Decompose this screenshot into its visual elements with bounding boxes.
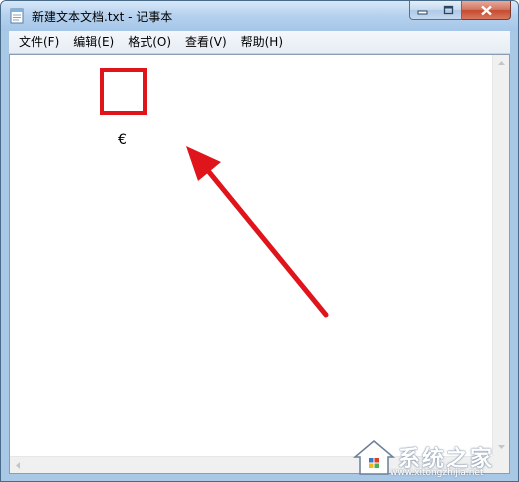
close-button[interactable] bbox=[462, 1, 511, 20]
maximize-icon bbox=[443, 5, 453, 15]
highlight-box bbox=[100, 68, 147, 115]
editor-text[interactable]: € bbox=[118, 132, 127, 148]
window-title: 新建文本文档.txt - 记事本 bbox=[32, 10, 173, 24]
title-bar[interactable]: 新建文本文档.txt - 记事本 bbox=[1, 1, 518, 31]
minimize-button[interactable] bbox=[409, 1, 436, 20]
menu-format[interactable]: 格式(O) bbox=[121, 32, 178, 52]
watermark-logo: 系统之家 www.xitongzhijia.net bbox=[350, 438, 515, 480]
menu-help[interactable]: 帮助(H) bbox=[234, 32, 290, 52]
menu-view[interactable]: 查看(V) bbox=[178, 32, 234, 52]
watermark-url: www.xitongzhijia.net bbox=[390, 468, 484, 478]
close-icon bbox=[480, 5, 492, 15]
vertical-scrollbar[interactable] bbox=[492, 55, 509, 456]
arrow-left-icon bbox=[16, 461, 20, 469]
maximize-button[interactable] bbox=[435, 1, 462, 20]
notepad-window: 新建文本文档.txt - 记事本 文件(F) 编辑(E) 格式(O) 查看(V)… bbox=[0, 0, 519, 482]
arrow-up-icon bbox=[497, 61, 505, 65]
scroll-up-button[interactable] bbox=[493, 55, 509, 72]
menu-bar: 文件(F) 编辑(E) 格式(O) 查看(V) 帮助(H) bbox=[9, 31, 510, 54]
text-editor[interactable]: € bbox=[9, 54, 510, 474]
menu-edit[interactable]: 编辑(E) bbox=[66, 32, 121, 52]
scroll-left-button[interactable] bbox=[10, 457, 27, 473]
menu-file[interactable]: 文件(F) bbox=[12, 32, 66, 52]
minimize-icon bbox=[417, 10, 428, 14]
notepad-icon[interactable] bbox=[10, 8, 24, 24]
